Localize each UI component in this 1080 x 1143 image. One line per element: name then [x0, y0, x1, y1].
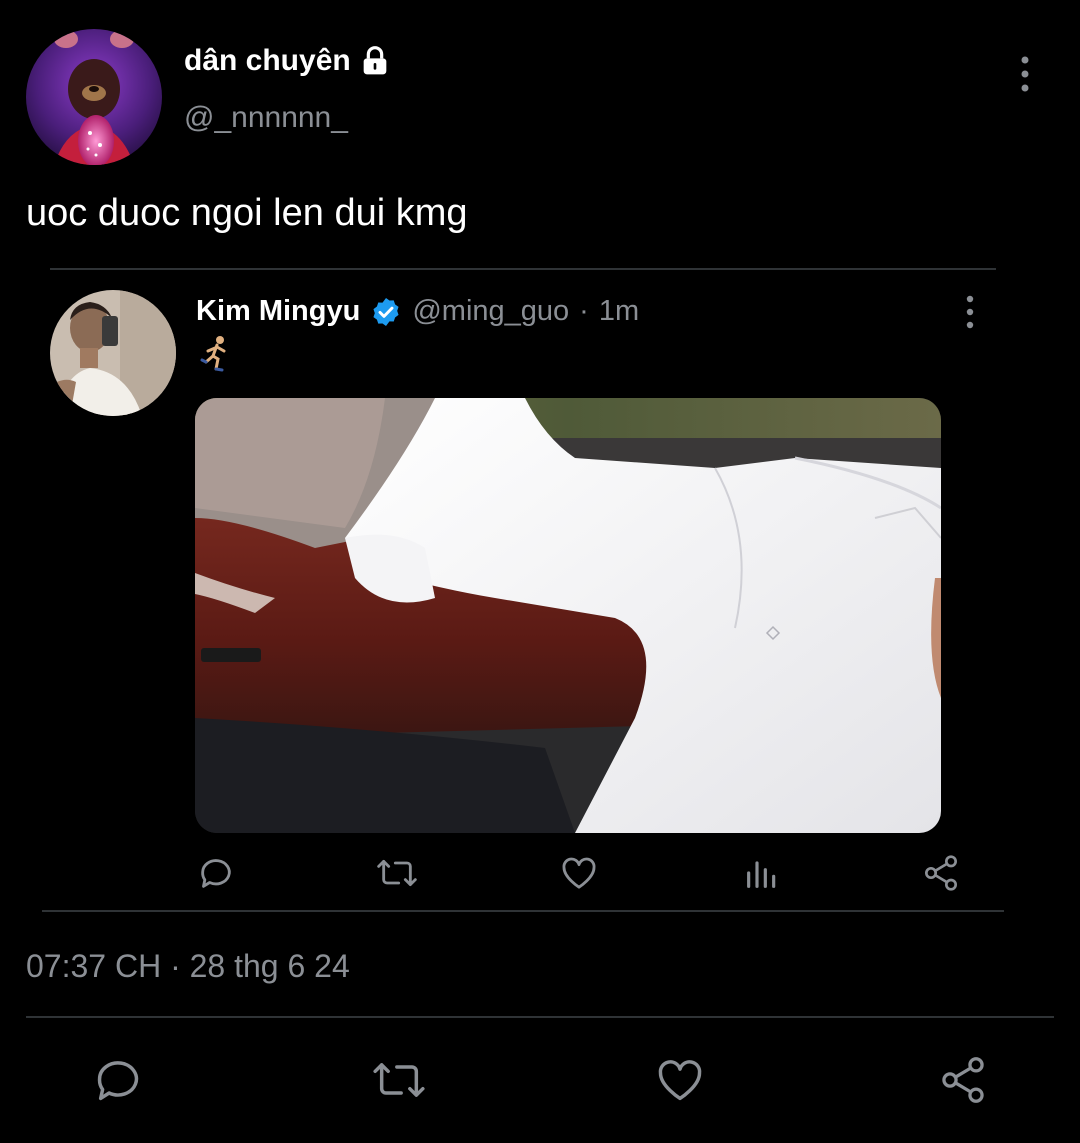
reply-icon[interactable]: [92, 1054, 144, 1106]
heart-icon[interactable]: [559, 853, 599, 893]
tweet-timestamp[interactable]: 07:37 CH · 28 thg 6 24: [26, 948, 350, 985]
quote-bottom-divider: [42, 910, 1004, 912]
quoted-time[interactable]: 1m: [599, 295, 639, 328]
author-name[interactable]: dân chuyên: [184, 44, 351, 78]
tweet-text: uoc duoc ngoi len dui kmg: [26, 192, 468, 234]
quoted-header[interactable]: Kim Mingyu @ming_guo · 1m: [196, 295, 639, 328]
share-icon[interactable]: [936, 1054, 990, 1106]
quote-top-divider: [50, 268, 996, 270]
retweet-icon[interactable]: [375, 853, 419, 893]
more-vertical-icon[interactable]: [1010, 52, 1040, 96]
retweet-icon[interactable]: [368, 1054, 430, 1106]
author-handle[interactable]: @_nnnnnn_: [184, 101, 348, 135]
views-icon[interactable]: [742, 853, 782, 893]
verified-badge-icon: [370, 296, 402, 328]
heart-icon[interactable]: [653, 1054, 707, 1106]
share-icon[interactable]: [920, 853, 962, 893]
author-avatar[interactable]: [26, 29, 162, 165]
quoted-media-image[interactable]: [195, 398, 941, 833]
quoted-author-name[interactable]: Kim Mingyu: [196, 295, 360, 328]
lock-icon: [359, 45, 391, 77]
person-running-icon: [196, 334, 236, 374]
more-vertical-icon[interactable]: [956, 294, 984, 330]
quoted-author-avatar[interactable]: [50, 290, 176, 416]
author-name-row[interactable]: dân chuyên: [184, 44, 391, 78]
action-bar-divider: [26, 1016, 1054, 1018]
reply-icon[interactable]: [196, 853, 236, 893]
quoted-handle[interactable]: @ming_guo: [412, 295, 569, 328]
time-separator: ·: [579, 295, 589, 327]
